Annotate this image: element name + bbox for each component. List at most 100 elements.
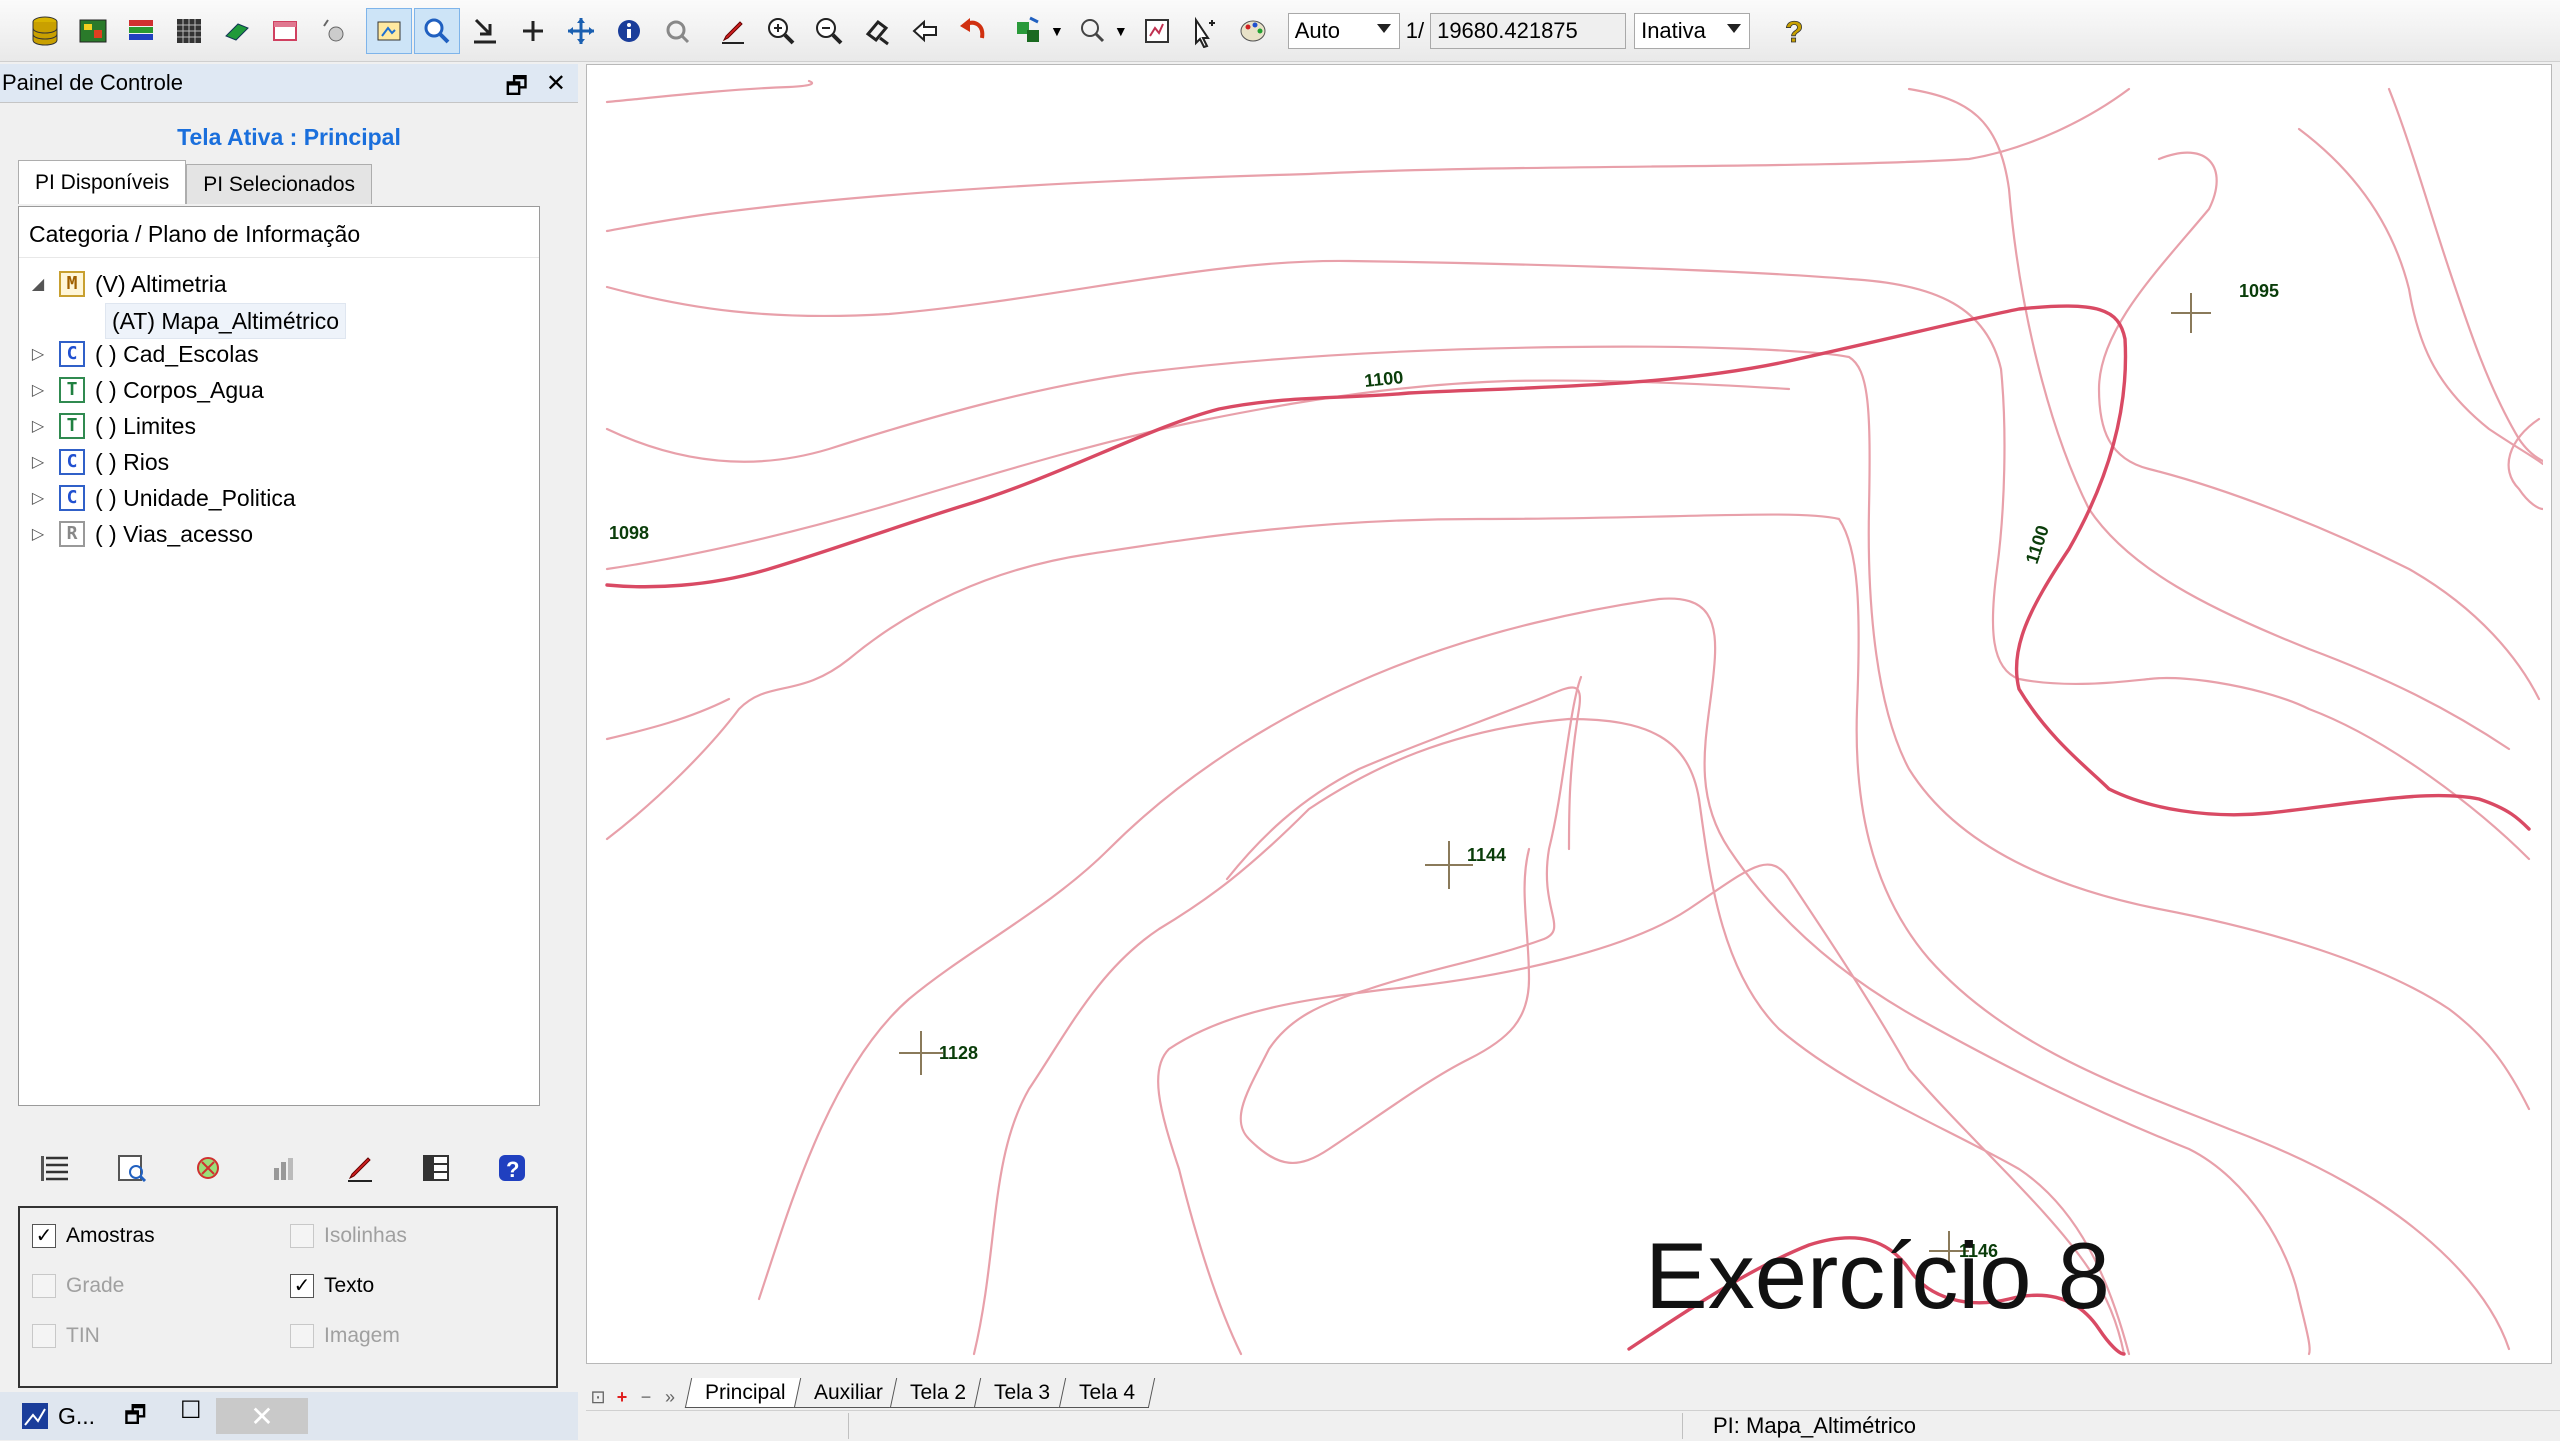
- database-icon[interactable]: [22, 8, 68, 54]
- option-texto[interactable]: ✓ Texto: [290, 1274, 374, 1298]
- list-icon[interactable]: [38, 1150, 74, 1191]
- chevron-down-icon: [1727, 23, 1742, 33]
- remove-tab-icon[interactable]: −: [634, 1387, 658, 1408]
- tab-tela-2[interactable]: Tela 2: [890, 1378, 987, 1408]
- tab-pi-selecionados[interactable]: PI Selecionados: [186, 164, 373, 204]
- point-label-1144: 1144: [1467, 845, 1506, 865]
- info-icon[interactable]: [606, 8, 652, 54]
- expand-icon[interactable]: ▷: [27, 344, 49, 364]
- contour-line: [1239, 675, 1583, 1164]
- window-icon[interactable]: [262, 8, 308, 54]
- scale-input[interactable]: 19680.421875: [1430, 12, 1627, 49]
- zoom-out-icon[interactable]: [806, 8, 852, 54]
- checkbox-icon[interactable]: ✓: [290, 1274, 314, 1298]
- tree-item-altimetria[interactable]: ◢ M (V) Altimetria: [27, 267, 227, 301]
- close-icon[interactable]: ✕: [546, 69, 566, 110]
- scale-mode-select[interactable]: Auto: [1287, 12, 1400, 49]
- window-app-icon[interactable]: [20, 1401, 50, 1431]
- collapse-icon[interactable]: ◢: [27, 274, 49, 294]
- expand-icon[interactable]: ▷: [27, 416, 49, 436]
- checkbox-icon: [290, 1324, 314, 1348]
- add-tab-icon[interactable]: +: [610, 1387, 634, 1408]
- contour-line: [605, 697, 731, 741]
- stack-icon[interactable]: [118, 8, 164, 54]
- magnify-icon[interactable]: [1070, 8, 1116, 54]
- contour-lines: [605, 79, 2543, 1356]
- zoom-area-icon[interactable]: [414, 7, 460, 54]
- option-isolinhas: Isolinhas: [290, 1224, 407, 1248]
- visual-icon[interactable]: [190, 1150, 226, 1191]
- point-label-1095: 1095: [2239, 281, 2279, 301]
- maximize-icon[interactable]: ☐: [180, 1396, 202, 1425]
- eraser-icon[interactable]: [214, 8, 260, 54]
- tab-label: Principal: [705, 1380, 786, 1404]
- edit-icon[interactable]: [342, 1150, 378, 1191]
- tab-first-icon[interactable]: ⊡: [586, 1387, 610, 1408]
- tree-item-vias-acesso[interactable]: ▷ R ( ) Vias_acesso: [27, 517, 253, 551]
- mouse-icon[interactable]: [310, 8, 356, 54]
- tab-menu-icon[interactable]: »: [658, 1387, 682, 1408]
- tree-item-limites[interactable]: ▷ T ( ) Limites: [27, 409, 196, 443]
- tree-item-mapa-altimetrico[interactable]: (AT) Mapa_Altimétrico: [105, 303, 347, 339]
- palette-icon[interactable]: [1230, 8, 1276, 54]
- display-options: ✓ Amostras Isolinhas Grade ✓ Texto TIN I…: [18, 1206, 558, 1388]
- help-icon[interactable]: ?: [494, 1150, 530, 1191]
- option-amostras[interactable]: ✓ Amostras: [32, 1224, 155, 1248]
- sample-points: [899, 293, 2211, 1271]
- category-thematic-icon: T: [59, 377, 85, 403]
- restore-icon[interactable]: 🗗: [124, 1398, 147, 1439]
- tab-tela-4[interactable]: Tela 4: [1058, 1378, 1155, 1408]
- cursor-icon[interactable]: [1182, 8, 1228, 54]
- table-icon[interactable]: [418, 1150, 454, 1191]
- contour-map[interactable]: 1098 1100 1100 1095 1144 1128 1146: [595, 73, 2543, 1357]
- panel-tabs: PI Disponíveis PI Selecionados: [18, 160, 373, 204]
- expand-icon[interactable]: ▷: [27, 380, 49, 400]
- tree-item-unidade-politica[interactable]: ▷ C ( ) Unidade_Politica: [27, 481, 296, 515]
- expand-icon[interactable]: ▷: [27, 452, 49, 472]
- tab-principal[interactable]: Principal: [684, 1378, 806, 1408]
- back-icon[interactable]: [902, 8, 948, 54]
- tab-pi-disponiveis[interactable]: PI Disponíveis: [18, 160, 187, 204]
- map-window-icon[interactable]: [1134, 8, 1180, 54]
- main-toolbar: ▼ ▼ Auto 1/ 19680.421875 Inativa ?: [0, 0, 2560, 62]
- tree-item-corpos-agua[interactable]: ▷ T ( ) Corpos_Agua: [27, 373, 264, 407]
- chevron-down-icon[interactable]: ▼: [1050, 23, 1064, 39]
- contour-line: [1907, 87, 2511, 751]
- zoom-in-icon[interactable]: [758, 8, 804, 54]
- option-grade: Grade: [32, 1274, 124, 1298]
- scale-value: 19680.421875: [1437, 17, 1578, 43]
- tree-item-rios[interactable]: ▷ C ( ) Rios: [27, 445, 169, 479]
- checkbox-icon[interactable]: ✓: [32, 1224, 56, 1248]
- map-canvas[interactable]: 1098 1100 1100 1095 1144 1128 1146: [586, 64, 2552, 1364]
- chevron-down-icon[interactable]: ▼: [1114, 23, 1128, 39]
- tab-label: Tela 4: [1078, 1380, 1135, 1404]
- select-icon[interactable]: [366, 7, 412, 54]
- import-icon[interactable]: [462, 8, 508, 54]
- expand-icon[interactable]: ▷: [27, 524, 49, 544]
- minimized-window-label[interactable]: G...: [58, 1403, 95, 1430]
- zoom-window-icon[interactable]: [854, 8, 900, 54]
- option-label: Texto: [324, 1274, 375, 1297]
- expand-icon[interactable]: ▷: [27, 488, 49, 508]
- pan-icon[interactable]: [558, 8, 604, 54]
- help-icon[interactable]: ?: [1770, 8, 1816, 54]
- contour-line: [605, 513, 2511, 1351]
- tree-item-label: ( ) Unidade_Politica: [95, 484, 296, 511]
- status-select-value: Inativa: [1641, 17, 1706, 43]
- layers-icon[interactable]: [70, 8, 116, 54]
- draw-icon[interactable]: [1006, 8, 1052, 54]
- query-icon[interactable]: [654, 8, 700, 54]
- close-button[interactable]: ✕: [216, 1398, 308, 1434]
- edit-icon[interactable]: [710, 8, 756, 54]
- add-point-icon[interactable]: [510, 8, 556, 54]
- tree-item-cad-escolas[interactable]: ▷ C ( ) Cad_Escolas: [27, 337, 259, 371]
- chart-icon[interactable]: [266, 1150, 302, 1191]
- restore-icon[interactable]: 🗗: [505, 69, 528, 110]
- properties-icon[interactable]: [114, 1150, 150, 1191]
- status-select[interactable]: Inativa: [1634, 12, 1751, 49]
- undo-icon[interactable]: [950, 8, 996, 54]
- grid-icon[interactable]: [166, 8, 212, 54]
- contour-line: [605, 87, 2131, 233]
- tab-auxiliar[interactable]: Auxiliar: [793, 1378, 903, 1408]
- tab-tela-3[interactable]: Tela 3: [974, 1378, 1071, 1408]
